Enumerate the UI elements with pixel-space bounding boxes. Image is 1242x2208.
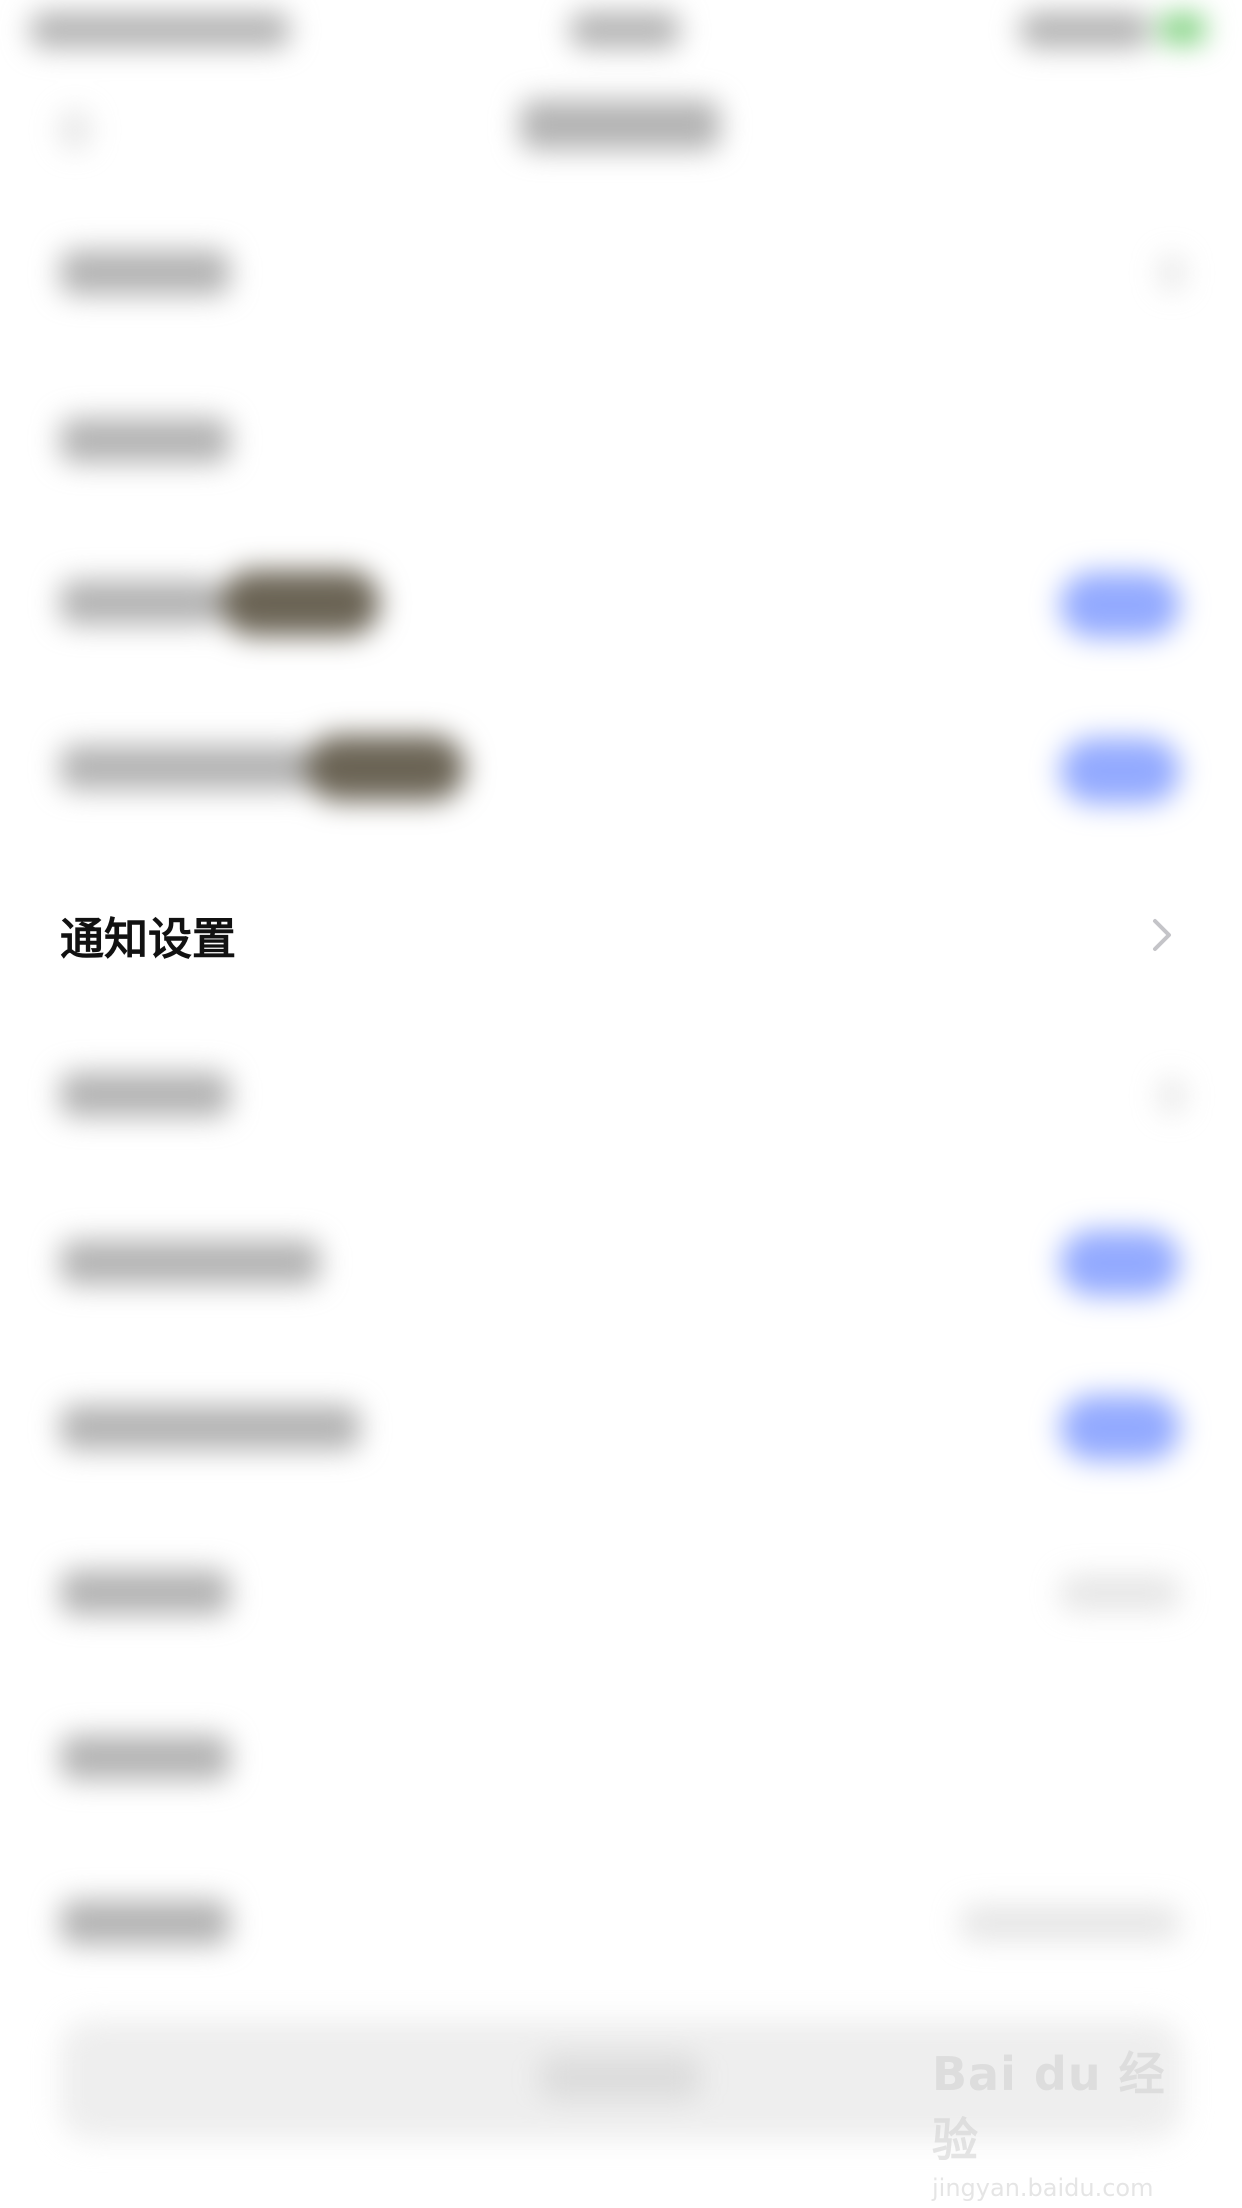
status-bar-carrier: [30, 12, 290, 48]
settings-row-9-value: [1060, 1575, 1180, 1611]
settings-row-3-toggle[interactable]: [1060, 572, 1180, 638]
settings-row-6-label: [60, 1072, 230, 1117]
notification-settings-label: 通知设置: [60, 914, 236, 965]
settings-row-7-toggle[interactable]: [1060, 1230, 1180, 1296]
settings-row-7-label: [60, 1240, 320, 1285]
settings-row-4-toggle[interactable]: [1060, 738, 1180, 804]
settings-row-6-chevron: [1160, 1078, 1184, 1114]
settings-row-1-chevron: [1160, 255, 1184, 291]
back-icon[interactable]: [60, 110, 90, 150]
settings-row-11-label: [60, 1900, 230, 1945]
settings-row-4-badge: [305, 735, 465, 801]
settings-row-1-label: [60, 250, 230, 295]
settings-screen: 通知设置 Bai du 经验 jingyan.baidu.com: [0, 0, 1242, 2208]
settings-row-9-label: [60, 1570, 230, 1615]
settings-row-10-label: [60, 1735, 230, 1780]
settings-row-8-label: [60, 1405, 360, 1450]
watermark-brand: Bai du 经验: [932, 2047, 1166, 2167]
settings-row-8-toggle[interactable]: [1060, 1395, 1180, 1461]
status-bar-indicators: [1020, 12, 1150, 48]
battery-icon: [1160, 14, 1205, 44]
baidu-watermark: Bai du 经验 jingyan.baidu.com: [932, 2038, 1182, 2202]
notification-settings-row[interactable]: 通知设置: [0, 852, 1242, 1018]
settings-row-3-badge: [220, 570, 380, 636]
status-bar-time: [570, 12, 680, 48]
settings-row-11-value: [960, 1905, 1180, 1941]
bottom-action-label: [540, 2055, 700, 2100]
watermark-url: jingyan.baidu.com: [932, 2174, 1154, 2202]
settings-row-2-label: [60, 418, 230, 463]
settings-row-3-label: [60, 580, 220, 625]
blurred-background: [0, 0, 1242, 2208]
page-title: [520, 100, 720, 150]
settings-row-4-label: [60, 745, 310, 790]
chevron-right-icon: [1142, 915, 1182, 955]
